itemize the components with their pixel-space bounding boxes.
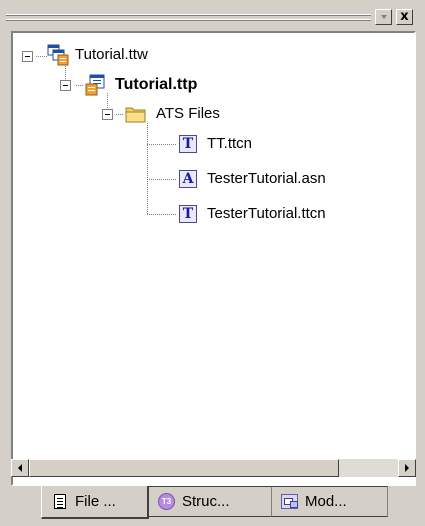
tab-structure-label: Struc... xyxy=(182,493,230,510)
folder-icon xyxy=(125,107,146,123)
horizontal-scrollbar[interactable] xyxy=(11,459,416,477)
module-icon xyxy=(281,493,298,509)
document-icon xyxy=(54,493,66,509)
file-tree[interactable]: Tutorial.ttw Tutorial.ttp ATS Files T TT… xyxy=(11,31,416,486)
expander-project[interactable] xyxy=(60,80,71,91)
tree-item-workspace[interactable]: Tutorial.ttw xyxy=(75,45,148,65)
tree-item-project[interactable]: Tutorial.ttp xyxy=(115,75,197,95)
title-grip[interactable] xyxy=(6,12,371,24)
t3-structure-icon: T3 xyxy=(158,492,175,510)
expander-workspace[interactable] xyxy=(22,51,33,62)
scroll-right-arrow-icon xyxy=(405,464,409,472)
tree-item-file[interactable]: TesterTutorial.ttcn xyxy=(207,204,326,224)
ttcn-file-icon: T xyxy=(179,135,197,153)
tab-structure[interactable]: T3 Struc... xyxy=(149,486,272,517)
close-icon: x xyxy=(400,9,409,24)
tab-file-label: File ... xyxy=(75,493,116,510)
workspace-icon xyxy=(47,44,69,66)
scroll-left-button[interactable] xyxy=(11,459,29,477)
ttcn-file-icon: T xyxy=(179,205,197,223)
tab-file[interactable]: File ... xyxy=(41,486,149,519)
scrollbar-thumb[interactable] xyxy=(29,459,339,477)
tree-item-file[interactable]: TesterTutorial.asn xyxy=(207,169,326,189)
project-icon xyxy=(85,74,105,96)
tab-modules[interactable]: Mod... xyxy=(272,486,388,517)
close-button[interactable]: x xyxy=(396,9,413,25)
scroll-left-arrow-icon xyxy=(18,464,22,472)
tree-item-folder[interactable]: ATS Files xyxy=(156,104,220,124)
dropdown-arrow-icon xyxy=(380,15,387,19)
tab-bar: File ... T3 Struc... Mod... xyxy=(0,486,425,526)
tab-modules-label: Mod... xyxy=(305,493,347,510)
scroll-right-button[interactable] xyxy=(398,459,416,477)
asn-file-icon: A xyxy=(179,170,197,188)
expander-folder[interactable] xyxy=(102,109,113,120)
dropdown-button[interactable] xyxy=(375,9,392,25)
tree-item-file[interactable]: TT.ttcn xyxy=(207,134,252,154)
